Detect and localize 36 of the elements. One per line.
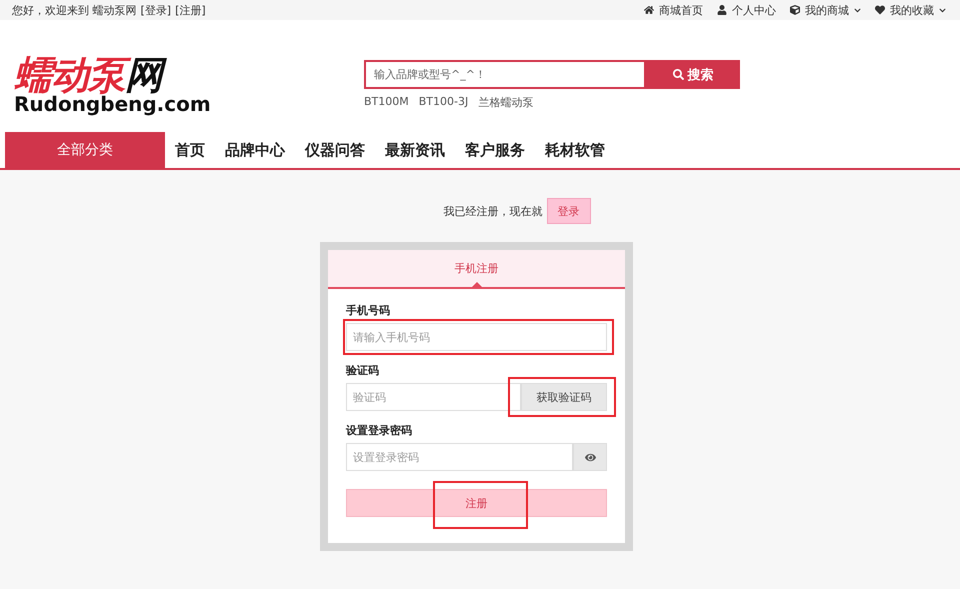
heart-icon bbox=[875, 5, 885, 15]
show-password-button[interactable] bbox=[573, 443, 607, 471]
logo-title: 蠕动泵网 bbox=[14, 56, 364, 94]
home-icon bbox=[644, 5, 654, 15]
hot-search-link[interactable]: BT100M bbox=[364, 95, 409, 110]
field-label: 设置登录密码 bbox=[346, 423, 413, 438]
top-link[interactable]: [登录] bbox=[140, 2, 172, 18]
code-field[interactable]: 验证码 bbox=[346, 383, 521, 411]
nav-item[interactable]: 客户服务 bbox=[465, 140, 525, 160]
logo-domain: Rudongbeng.com bbox=[14, 94, 212, 114]
nav-item[interactable]: 品牌中心 bbox=[225, 140, 285, 160]
search-field[interactable]: 输入品牌或型号^_^！ bbox=[364, 60, 646, 89]
field-label: 手机号码 bbox=[346, 303, 391, 318]
search-icon bbox=[672, 69, 684, 80]
get-code-button[interactable]: 获取验证码 bbox=[521, 383, 607, 411]
nav-item[interactable]: 首页 bbox=[175, 140, 205, 160]
nav-item[interactable]: 仪器问答 bbox=[305, 140, 365, 160]
phone-field[interactable]: 请输入手机号码 bbox=[346, 323, 607, 351]
field-label: 验证码 bbox=[346, 363, 380, 378]
eye-icon bbox=[584, 452, 596, 462]
user-icon bbox=[717, 5, 727, 15]
login-prompt: 我已经注册，现在就 bbox=[444, 204, 542, 218]
hot-search-link[interactable]: 兰格蠕动泵 bbox=[478, 95, 534, 110]
nav-item[interactable]: 耗材软管 bbox=[545, 140, 605, 160]
password-field[interactable]: 设置登录密码 bbox=[346, 443, 573, 471]
top-link[interactable]: [注册] bbox=[175, 2, 206, 18]
search-button[interactable]: 搜索 bbox=[646, 60, 740, 89]
cube-icon bbox=[790, 5, 800, 15]
all-categories-button[interactable]: 全部分类 bbox=[5, 132, 165, 168]
top-nav-link[interactable]: 我的商城 bbox=[790, 2, 861, 18]
greeting-text: 您好，欢迎来到 蠕动泵网 bbox=[12, 2, 136, 18]
top-nav-link[interactable]: 个人中心 bbox=[717, 2, 776, 18]
hot-search-link[interactable]: BT100-3J bbox=[418, 95, 468, 110]
nav-item[interactable]: 最新资讯 bbox=[385, 140, 445, 160]
top-nav-link[interactable]: 我的收藏 bbox=[875, 2, 946, 18]
top-nav-link[interactable]: 商城首页 bbox=[644, 2, 703, 18]
